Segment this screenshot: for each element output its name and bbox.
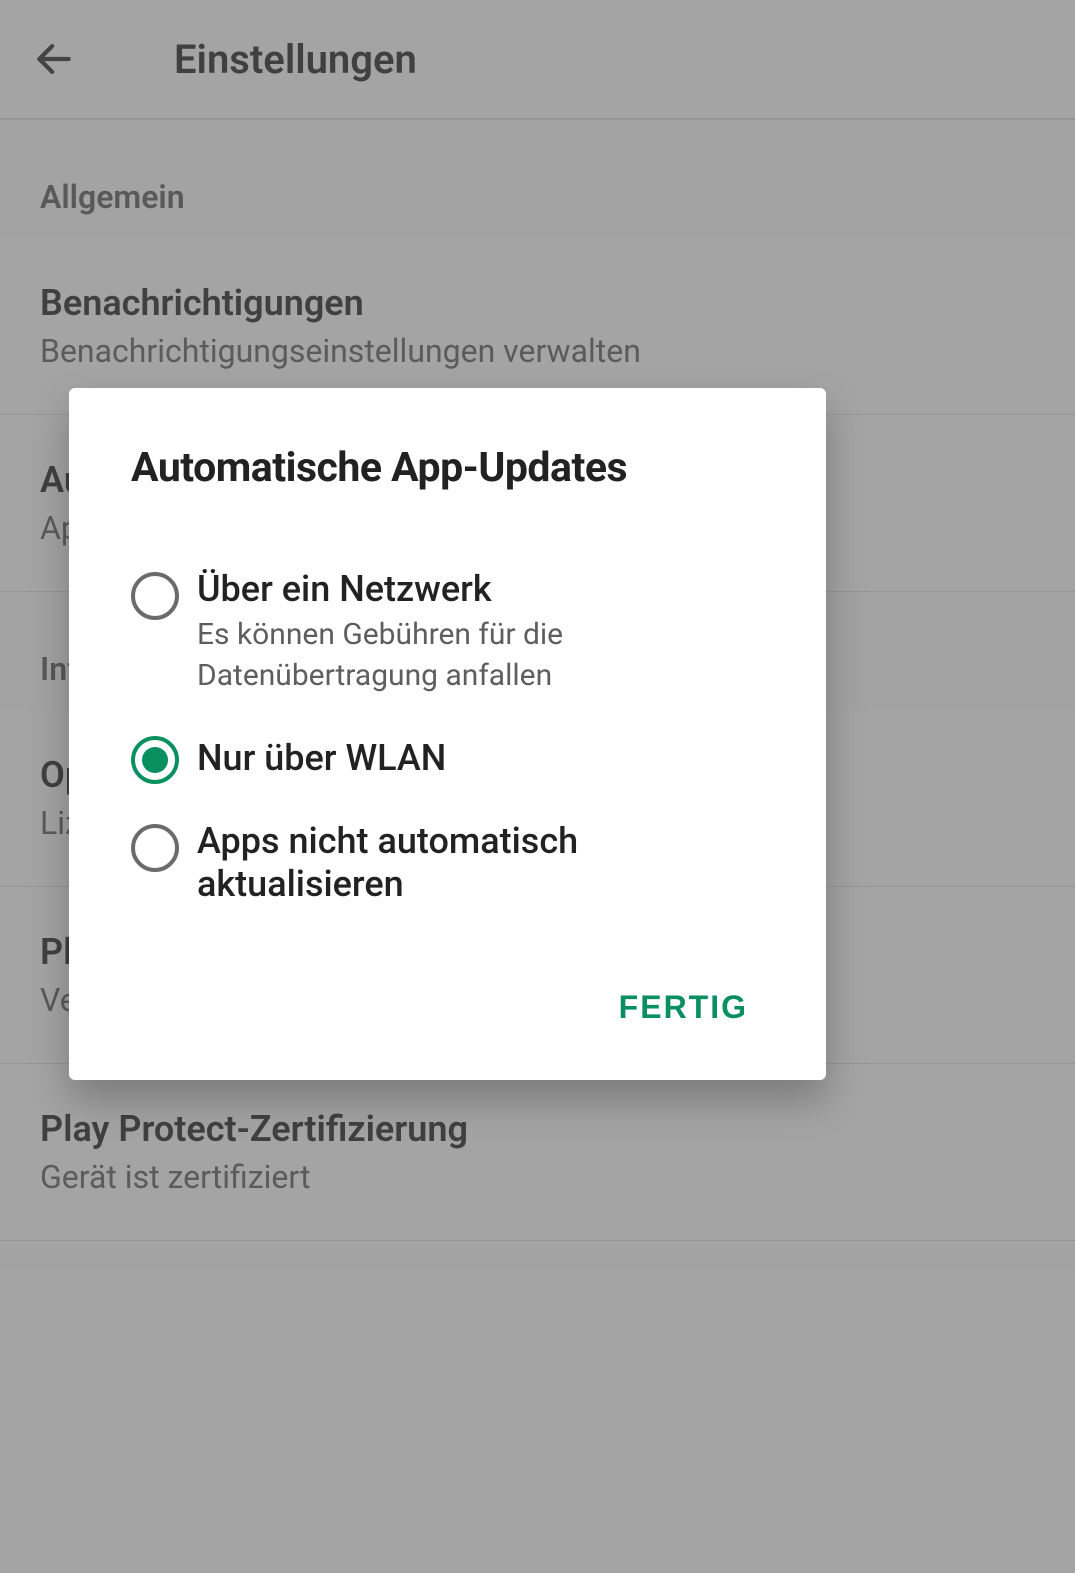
auto-update-dialog: Automatische App-Updates Über ein Netzwe… bbox=[69, 388, 826, 1080]
update-radio-group: Über ein Netzwerk Es können Gebühren für… bbox=[131, 550, 764, 925]
radio-option-do-not-update[interactable]: Apps nicht automatisch aktualisieren bbox=[131, 802, 764, 924]
radio-text: Über ein Netzwerk Es können Gebühren für… bbox=[197, 568, 764, 696]
radio-icon bbox=[131, 736, 179, 784]
radio-label: Apps nicht automatisch aktualisieren bbox=[197, 820, 764, 906]
radio-label: Nur über WLAN bbox=[197, 737, 764, 780]
dialog-title: Automatische App-Updates bbox=[131, 444, 764, 492]
radio-text: Apps nicht automatisch aktualisieren bbox=[197, 820, 764, 906]
radio-option-any-network[interactable]: Über ein Netzwerk Es können Gebühren für… bbox=[131, 550, 764, 714]
radio-sublabel: Es können Gebühren für die Datenübertrag… bbox=[197, 615, 764, 696]
radio-text: Nur über WLAN bbox=[197, 737, 764, 780]
radio-label: Über ein Netzwerk bbox=[197, 568, 764, 611]
radio-option-wifi-only[interactable]: Nur über WLAN bbox=[131, 714, 764, 802]
done-button[interactable]: FERTIG bbox=[603, 975, 764, 1040]
radio-icon bbox=[131, 572, 179, 620]
dialog-actions: FERTIG bbox=[131, 975, 764, 1040]
radio-icon bbox=[131, 824, 179, 872]
